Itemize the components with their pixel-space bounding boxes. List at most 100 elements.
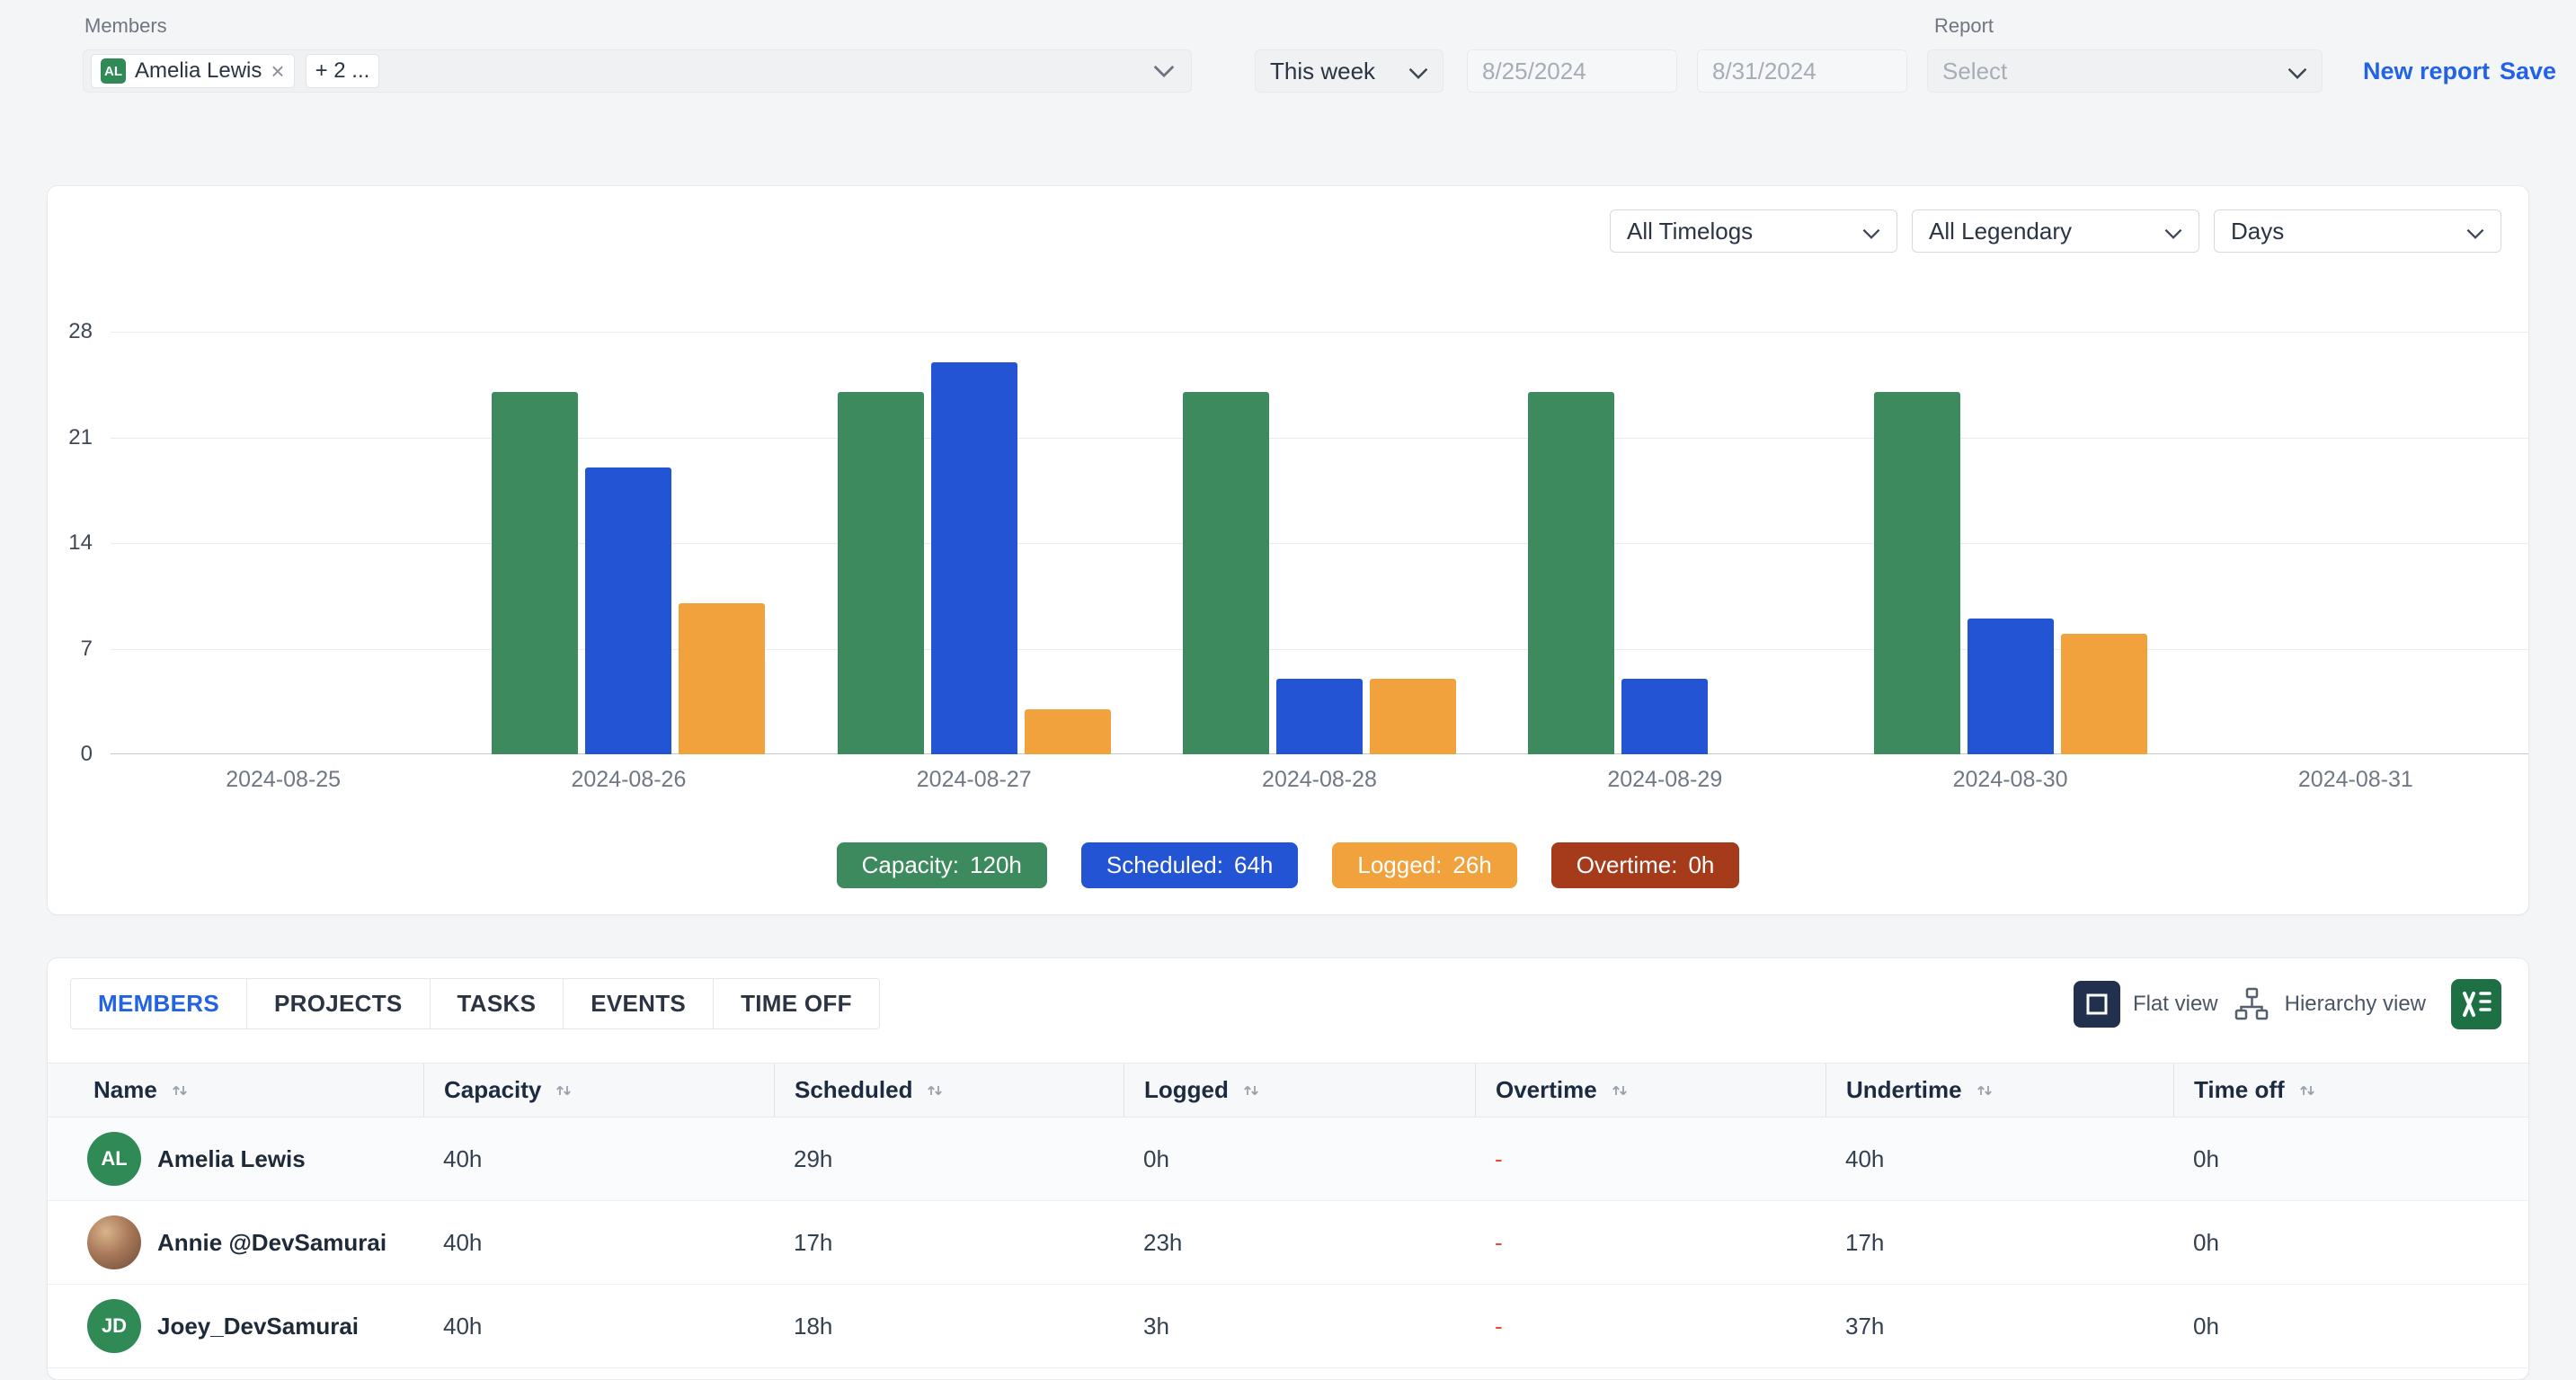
capacity-bar-2024-08-27[interactable]	[838, 392, 924, 754]
sort-icon[interactable]	[554, 1081, 573, 1100]
period-select[interactable]: This week	[1255, 49, 1443, 93]
tab-events[interactable]: EVENTS	[563, 978, 714, 1029]
timelogs-select[interactable]: All Timelogs	[1610, 209, 1897, 253]
cell-time_off: 0h	[2173, 1285, 2528, 1367]
column-header-undertime[interactable]: Undertime	[1825, 1064, 2173, 1117]
column-header-scheduled[interactable]: Scheduled	[774, 1064, 1124, 1117]
sort-icon[interactable]	[1975, 1081, 1994, 1100]
legendary-select[interactable]: All Legendary	[1912, 209, 2199, 253]
logged-bar-2024-08-28[interactable]	[1370, 679, 1456, 754]
cell-logged: 23h	[1124, 1201, 1475, 1284]
y-axis-tick: 28	[68, 319, 93, 344]
x-axis-label: 2024-08-26	[571, 767, 686, 793]
column-header-capacity[interactable]: Capacity	[423, 1064, 774, 1117]
x-axis-label: 2024-08-25	[226, 767, 341, 793]
column-label: Logged	[1144, 1076, 1229, 1104]
cell-scheduled: 29h	[774, 1117, 1124, 1200]
table-row[interactable]: Annie @DevSamurai40h17h23h-17h0h	[48, 1201, 2528, 1285]
bar-chart: 071421282024-08-252024-08-262024-08-2720…	[111, 332, 2528, 754]
legend-overtime-button[interactable]: Overtime:0h	[1551, 842, 1740, 888]
legend-label: Scheduled:	[1106, 851, 1223, 879]
column-header-overtime[interactable]: Overtime	[1475, 1064, 1825, 1117]
report-select[interactable]: Select	[1927, 49, 2323, 93]
scheduled-bar-2024-08-29[interactable]	[1621, 679, 1708, 754]
table-tabs: MEMBERSPROJECTSTASKSEVENTSTIME OFF	[70, 978, 880, 1029]
granularity-select[interactable]: Days	[2214, 209, 2501, 253]
chevron-down-icon	[2164, 218, 2182, 245]
hierarchy-view-icon[interactable]	[2231, 984, 2272, 1025]
tab-projects[interactable]: PROJECTS	[246, 978, 431, 1029]
cell-overtime: -	[1475, 1117, 1825, 1200]
legend-scheduled-button[interactable]: Scheduled: 64h	[1081, 842, 1299, 888]
table-row[interactable]: JDJoey_DevSamurai40h18h3h-37h0h	[48, 1285, 2528, 1368]
logged-bar-2024-08-26[interactable]	[679, 603, 765, 754]
column-header-logged[interactable]: Logged	[1124, 1064, 1475, 1117]
hierarchy-view-label[interactable]: Hierarchy view	[2285, 992, 2426, 1017]
column-label: Capacity	[444, 1076, 541, 1104]
column-label: Undertime	[1846, 1076, 1962, 1104]
scheduled-bar-2024-08-30[interactable]	[1968, 619, 2054, 754]
legend-logged-button[interactable]: Logged:26h	[1332, 842, 1516, 888]
member-name-cell: ALAmelia Lewis	[48, 1117, 423, 1200]
tab-tasks[interactable]: TASKS	[430, 978, 564, 1029]
logged-bar-2024-08-30[interactable]	[2061, 634, 2147, 754]
column-label: Time off	[2194, 1076, 2285, 1104]
x-axis-label: 2024-08-27	[917, 767, 1032, 793]
save-link[interactable]: Save	[2500, 49, 2556, 93]
chart-card: All Timelogs All Legendary Days 07142128…	[47, 185, 2529, 915]
remove-member-icon[interactable]: ×	[271, 59, 284, 83]
timelogs-select-value: All Timelogs	[1627, 218, 1753, 245]
x-axis-label: 2024-08-30	[1953, 767, 2068, 793]
new-report-link[interactable]: New report	[2363, 49, 2490, 93]
legend-label: Logged:	[1357, 851, 1442, 879]
x-axis-label: 2024-08-31	[2298, 767, 2413, 793]
capacity-bar-2024-08-29[interactable]	[1528, 392, 1614, 754]
cell-undertime: 17h	[1825, 1201, 2173, 1284]
cell-capacity: 40h	[423, 1201, 774, 1284]
members-multiselect[interactable]: AL Amelia Lewis × + 2 ...	[83, 49, 1192, 93]
scheduled-bar-2024-08-26[interactable]	[585, 467, 671, 754]
sort-icon[interactable]	[2297, 1081, 2317, 1100]
member-chip-name: Amelia Lewis	[135, 58, 262, 84]
y-axis-tick: 7	[81, 637, 93, 662]
column-header-name[interactable]: Name	[48, 1064, 423, 1117]
tab-members[interactable]: MEMBERS	[70, 978, 247, 1029]
y-axis-tick: 14	[68, 530, 93, 556]
chevron-down-icon	[1408, 58, 1428, 85]
capacity-bar-2024-08-26[interactable]	[492, 392, 578, 754]
chart-controls: All Timelogs All Legendary Days	[1610, 209, 2501, 253]
member-name: Joey_DevSamurai	[157, 1313, 359, 1340]
legend-value: 64h	[1234, 851, 1273, 879]
gridline	[111, 438, 2528, 439]
legend-capacity-button[interactable]: Capacity:120h	[837, 842, 1047, 888]
report-label: Report	[1934, 14, 1994, 38]
scheduled-bar-2024-08-28[interactable]	[1276, 679, 1363, 754]
date-from-input[interactable]: 8/25/2024	[1467, 49, 1677, 93]
chart-legend: Capacity:120h Scheduled: 64h Logged:26h Over…	[48, 842, 2528, 888]
sort-icon[interactable]	[1610, 1081, 1630, 1100]
cell-scheduled: 17h	[774, 1201, 1124, 1284]
logged-bar-2024-08-27[interactable]	[1025, 709, 1111, 754]
sort-icon[interactable]	[925, 1081, 945, 1100]
tab-time-off[interactable]: TIME OFF	[713, 978, 880, 1029]
chevron-down-icon	[2287, 58, 2307, 85]
table-row[interactable]: ALAmelia Lewis40h29h0h-40h0h	[48, 1117, 2528, 1201]
gridline	[111, 332, 2528, 333]
scheduled-bar-2024-08-27[interactable]	[931, 362, 1017, 754]
member-chip[interactable]: AL Amelia Lewis ×	[91, 54, 295, 88]
y-axis-tick: 0	[81, 742, 93, 767]
sort-icon[interactable]	[170, 1081, 190, 1100]
member-name-cell: Annie @DevSamurai	[48, 1201, 423, 1284]
flat-view-icon[interactable]	[2074, 981, 2120, 1028]
column-header-time-off[interactable]: Time off	[2173, 1064, 2528, 1117]
flat-view-label[interactable]: Flat view	[2133, 992, 2218, 1017]
more-members-chip[interactable]: + 2 ...	[306, 54, 380, 88]
cell-logged: 3h	[1124, 1285, 1475, 1367]
cell-time_off: 0h	[2173, 1117, 2528, 1200]
sort-icon[interactable]	[1241, 1081, 1261, 1100]
excel-export-icon[interactable]	[2451, 979, 2501, 1029]
capacity-bar-2024-08-28[interactable]	[1183, 392, 1269, 754]
date-to-value: 8/31/2024	[1712, 58, 1817, 85]
capacity-bar-2024-08-30[interactable]	[1874, 392, 1960, 754]
date-to-input[interactable]: 8/31/2024	[1697, 49, 1907, 93]
